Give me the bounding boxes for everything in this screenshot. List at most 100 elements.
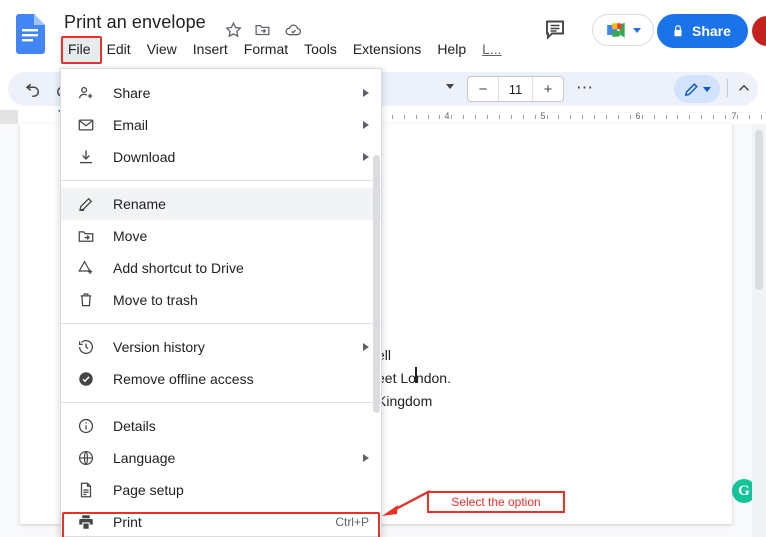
ruler-tick bbox=[594, 115, 595, 119]
menu-edit[interactable]: Edit bbox=[99, 38, 139, 62]
page-setup-icon bbox=[75, 479, 97, 501]
menu-extensions[interactable]: Extensions bbox=[345, 38, 429, 62]
font-size-value[interactable]: 11 bbox=[498, 77, 533, 101]
google-meet-icon bbox=[607, 22, 625, 38]
avatar[interactable] bbox=[752, 16, 766, 46]
ruler-tick bbox=[606, 115, 607, 119]
file-menu-item-label: Details bbox=[113, 418, 156, 434]
comment-history-icon[interactable] bbox=[543, 17, 569, 43]
globe-icon bbox=[75, 447, 97, 469]
more-options-icon[interactable]: ⋯ bbox=[574, 77, 596, 99]
menu-help[interactable]: Help bbox=[429, 38, 474, 62]
ruler-tick bbox=[642, 115, 643, 119]
ruler-tick bbox=[737, 115, 738, 119]
file-menu-item-label: Download bbox=[113, 149, 176, 165]
ruler-tick bbox=[547, 115, 548, 119]
chevron-down-icon[interactable] bbox=[633, 27, 641, 33]
ruler-tick bbox=[570, 115, 571, 119]
ruler-tick bbox=[582, 115, 583, 119]
submenu-arrow-icon bbox=[363, 89, 369, 97]
font-size-stepper[interactable]: − 11 + bbox=[467, 76, 564, 102]
pencil-icon bbox=[75, 193, 97, 215]
file-menu-item-rename[interactable]: Rename bbox=[61, 188, 381, 220]
ruler-tick bbox=[558, 115, 559, 119]
file-menu-item-move-to-trash[interactable]: Move to trash bbox=[61, 284, 381, 316]
file-menu-item-language[interactable]: Language bbox=[61, 442, 381, 474]
pencil-icon bbox=[684, 82, 698, 96]
file-menu-item-add-shortcut-to-drive[interactable]: Add shortcut to Drive bbox=[61, 252, 381, 284]
chevron-down-icon[interactable] bbox=[703, 86, 711, 92]
annotation-text: Select the option bbox=[451, 495, 541, 509]
ruler-tick bbox=[677, 115, 678, 119]
google-meet-button[interactable] bbox=[592, 14, 654, 46]
menu-file[interactable]: File bbox=[60, 38, 99, 62]
menu-tools[interactable]: Tools bbox=[296, 38, 345, 62]
menu-scrollbar-thumb[interactable] bbox=[373, 155, 380, 413]
annotation-arrow bbox=[382, 489, 431, 516]
last-edit-label[interactable]: L... bbox=[474, 38, 509, 62]
file-menu-item-email[interactable]: Email bbox=[61, 109, 381, 141]
file-menu-item-page-setup[interactable]: Page setup bbox=[61, 474, 381, 506]
menu-separator bbox=[61, 180, 381, 181]
menu-bar: File Edit View Insert Format Tools Extensions H… bbox=[60, 38, 510, 62]
person-add-icon bbox=[75, 82, 97, 104]
ruler-tick bbox=[392, 115, 393, 119]
file-menu-item-share[interactable]: Share bbox=[61, 77, 381, 109]
submenu-arrow-icon bbox=[363, 153, 369, 161]
app-header: Print an envelope File Edit View Insert Form… bbox=[0, 0, 766, 68]
file-menu-item-label: Rename bbox=[113, 196, 166, 212]
undo-icon[interactable] bbox=[22, 77, 44, 99]
ruler-tick bbox=[535, 115, 536, 119]
chevron-down-icon[interactable] bbox=[446, 84, 454, 89]
lock-icon bbox=[674, 25, 682, 37]
file-menu-item-remove-offline-access[interactable]: Remove offline access bbox=[61, 363, 381, 395]
ruler-tick bbox=[701, 115, 702, 119]
drive-shortcut-icon bbox=[75, 257, 97, 279]
file-menu-item-label: Share bbox=[113, 85, 151, 101]
cloud-saved-icon[interactable] bbox=[282, 18, 304, 40]
submenu-arrow-icon bbox=[363, 121, 369, 129]
ruler-tick bbox=[463, 115, 464, 119]
star-icon[interactable] bbox=[222, 18, 244, 40]
file-dropdown-menu[interactable]: Share Email Download Rename Move Add shortcut… bbox=[60, 68, 382, 537]
ruler-tick bbox=[654, 115, 655, 119]
file-menu-item-shortcut: Ctrl+P bbox=[335, 515, 369, 529]
ruler-tick bbox=[439, 115, 440, 119]
file-menu-item-print[interactable]: Print Ctrl+P bbox=[61, 506, 381, 536]
ruler-number: 6 bbox=[635, 111, 641, 121]
move-folder-icon[interactable] bbox=[251, 18, 273, 40]
menu-separator bbox=[61, 402, 381, 403]
google-docs-icon[interactable] bbox=[15, 14, 45, 54]
font-size-increase-button[interactable]: + bbox=[533, 77, 563, 101]
ruler-number: 7 bbox=[731, 111, 737, 121]
file-menu-item-label: Add shortcut to Drive bbox=[113, 260, 244, 276]
doc-text-line: eet London. bbox=[377, 370, 451, 386]
font-size-decrease-button[interactable]: − bbox=[468, 77, 498, 101]
file-menu-item-version-history[interactable]: Version history bbox=[61, 331, 381, 363]
info-icon bbox=[75, 415, 97, 437]
ruler-tick bbox=[416, 115, 417, 119]
printer-icon bbox=[75, 511, 97, 533]
menu-view[interactable]: View bbox=[139, 38, 185, 62]
chevron-up-icon[interactable] bbox=[733, 77, 755, 99]
ruler-tick bbox=[404, 115, 405, 119]
page-title[interactable]: Print an envelope bbox=[64, 12, 206, 33]
file-menu-item-download[interactable]: Download bbox=[61, 141, 381, 173]
file-menu-item-move[interactable]: Move bbox=[61, 220, 381, 252]
ruler-tick bbox=[749, 115, 750, 119]
share-button[interactable]: Share bbox=[657, 14, 748, 48]
file-menu-item-details[interactable]: Details bbox=[61, 410, 381, 442]
menu-format[interactable]: Format bbox=[236, 38, 296, 62]
file-menu-item-label: Email bbox=[113, 117, 149, 133]
menu-insert[interactable]: Insert bbox=[185, 38, 236, 62]
ruler-tick bbox=[499, 115, 500, 119]
edit-mode-button[interactable] bbox=[674, 75, 720, 103]
vertical-scrollbar-thumb[interactable] bbox=[755, 130, 763, 290]
ruler-tick bbox=[451, 115, 452, 119]
trash-icon bbox=[75, 289, 97, 311]
file-menu-item-label: Move to trash bbox=[113, 292, 198, 308]
submenu-arrow-icon bbox=[363, 454, 369, 462]
submenu-arrow-icon bbox=[363, 343, 369, 351]
ruler-tick bbox=[618, 115, 619, 119]
file-menu-item-label: Move bbox=[113, 228, 148, 244]
